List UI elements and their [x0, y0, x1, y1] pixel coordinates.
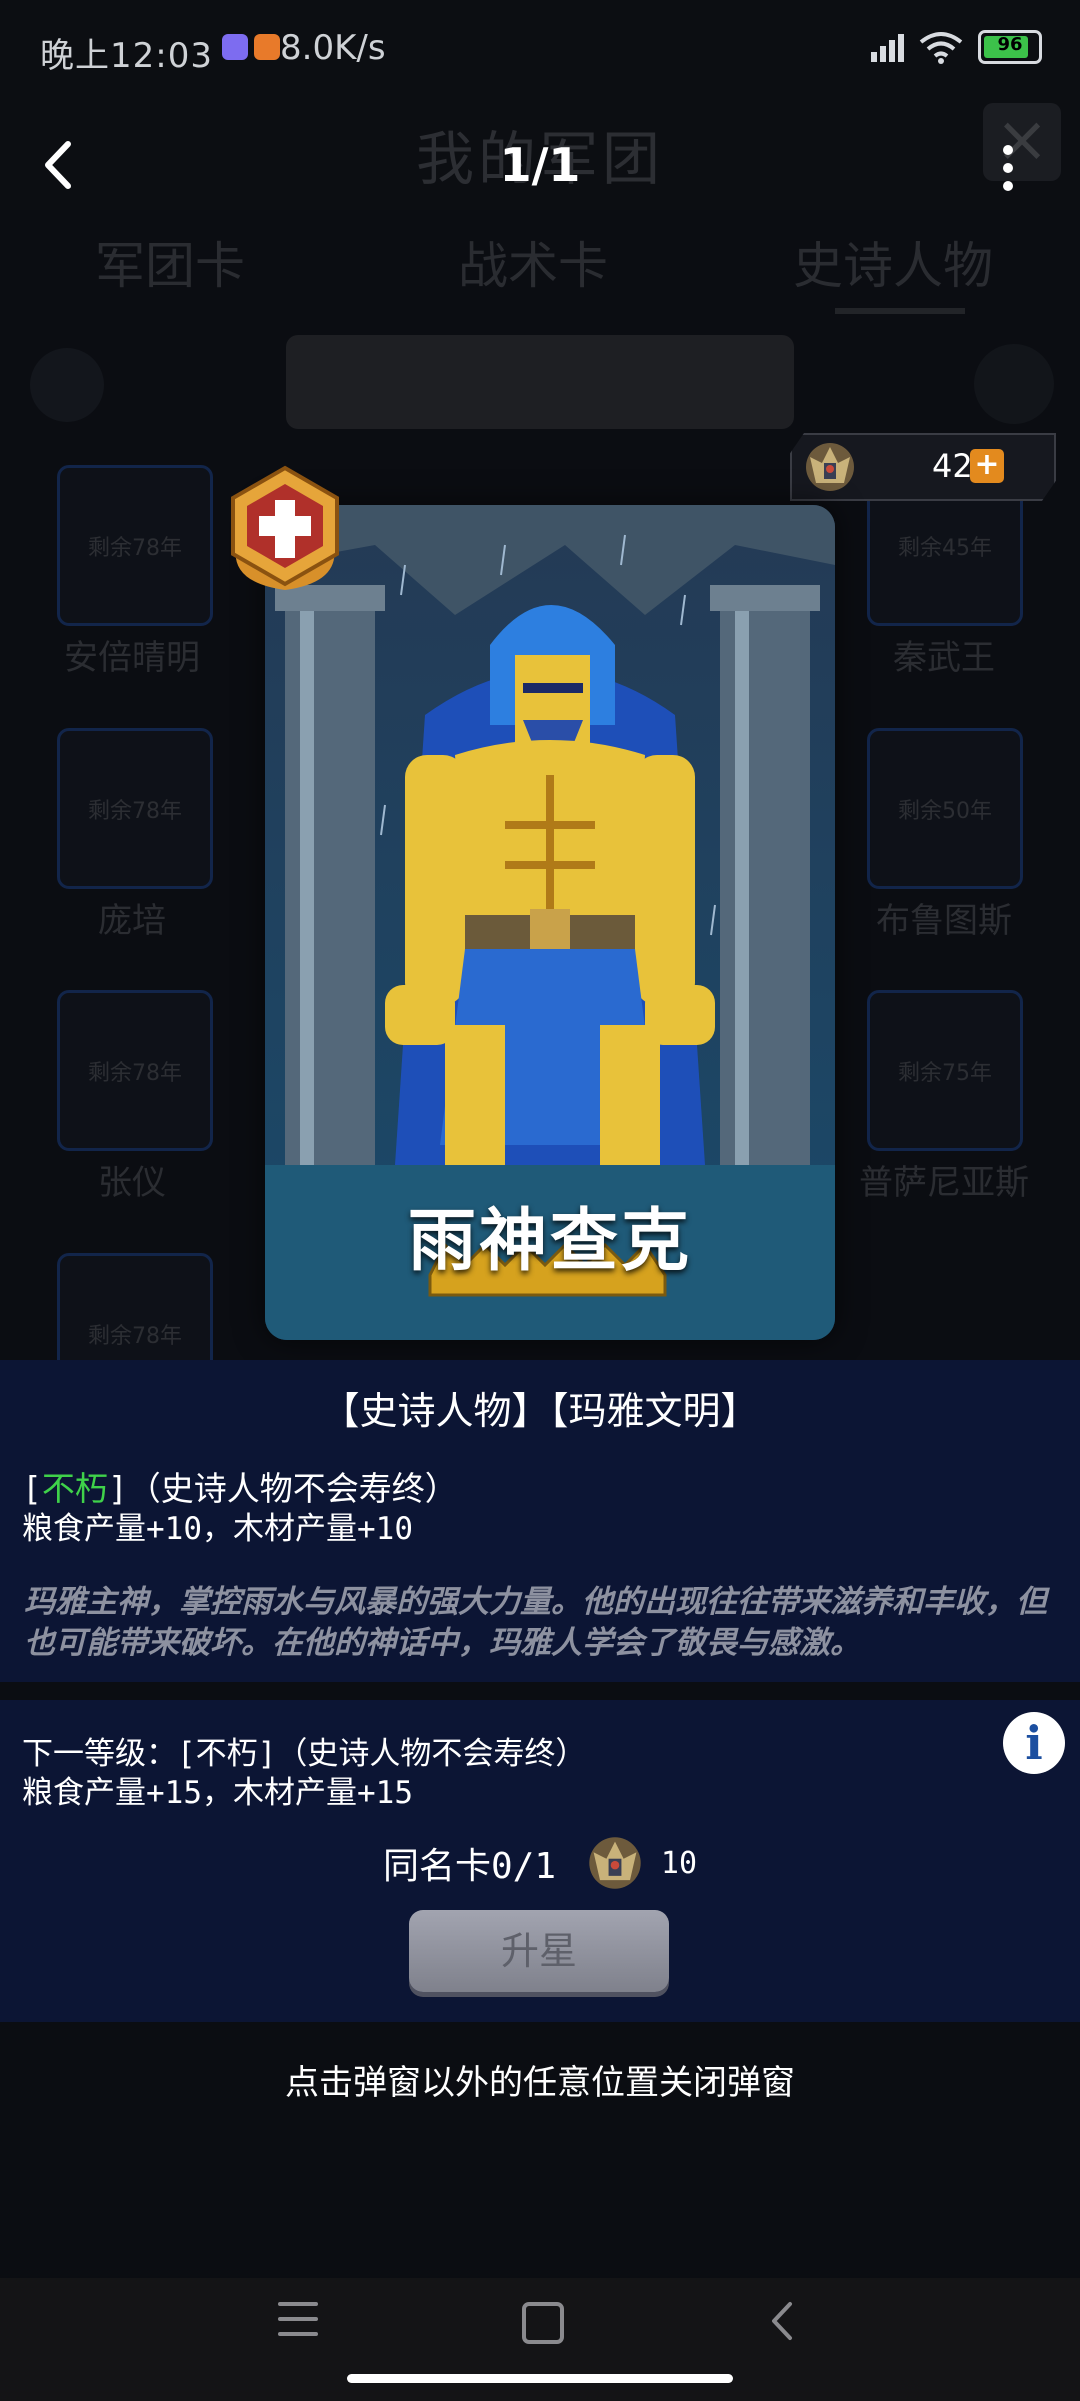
background-card: 剩余75年	[867, 990, 1023, 1151]
recent-apps-icon[interactable]	[278, 2302, 318, 2342]
next-level-production: 粮食产量+15，木材产量+15	[22, 1775, 413, 1811]
character-name: 雨神查克	[407, 1202, 692, 1281]
status-bar: 晚上12:03 8.0K/s 96	[0, 0, 1080, 96]
lore-text: 玛雅主神，掌控雨水与风暴的强大力量。他的出现往往带来滋养和丰收，但也可能带来破坏…	[24, 1584, 1047, 1661]
upgrade-star-button[interactable]: 升星	[409, 1910, 669, 1992]
background-card-name: 庞培	[98, 901, 166, 941]
info-icon[interactable]: i	[1003, 1712, 1065, 1774]
battery-icon: 96	[978, 30, 1042, 64]
background-list-icon	[30, 348, 104, 422]
background-card: 剩余78年	[57, 465, 213, 626]
background-tab-underline	[835, 308, 965, 314]
cross-medal-icon	[231, 465, 339, 590]
duplicate-card-count: 同名卡0/1	[382, 1846, 556, 1887]
production-bonus: 粮食产量+10，木材产量+10	[22, 1511, 413, 1547]
wifi-icon	[919, 32, 963, 64]
background-card-name: 安倍晴明	[64, 638, 200, 678]
battery-level: 96	[997, 34, 1023, 55]
character-card: 雨神查克	[265, 505, 835, 1340]
home-indicator[interactable]	[347, 2374, 733, 2383]
background-tab-tactics: 战术卡	[458, 237, 608, 295]
notification-app-icon	[254, 34, 280, 60]
resource-count: 42	[932, 447, 973, 485]
status-icons: 96	[871, 30, 1042, 64]
duplicate-card-row: 同名卡0/1 10	[0, 1833, 1080, 1895]
background-search-box	[286, 335, 794, 429]
background-card-name: 秦武王	[893, 638, 995, 678]
network-speed: 8.0K/s	[280, 28, 386, 68]
status-time: 晚上12:03	[40, 36, 213, 76]
add-resource-button[interactable]: +	[970, 449, 1004, 483]
home-icon[interactable]	[522, 2302, 564, 2344]
notification-app-icon	[222, 34, 248, 60]
close-hint: 点击弹窗以外的任意位置关闭弹窗	[285, 2063, 795, 2103]
background-card-name: 普萨尼亚斯	[859, 1163, 1029, 1203]
crest-icon	[589, 1837, 642, 1889]
nav-back-icon[interactable]	[762, 2298, 802, 2344]
page-counter: 1/1	[499, 138, 581, 192]
background-card: 剩余78年	[57, 728, 213, 889]
background-tab-epic: 史诗人物	[793, 237, 993, 295]
background-card-name: 张仪	[98, 1163, 166, 1203]
card-tags: 【史诗人物】【玛雅文明】	[321, 1389, 759, 1433]
resource-chip[interactable]: 42 +	[790, 433, 1056, 501]
more-options-icon[interactable]	[998, 145, 1018, 195]
upgrade-cost: 10	[660, 1845, 698, 1881]
background-card: 剩余50年	[867, 728, 1023, 889]
background-filter-icon	[974, 344, 1054, 424]
background-card-name: 布鲁图斯	[876, 901, 1012, 941]
signal-icon	[871, 32, 904, 62]
background-card: 剩余78年	[57, 990, 213, 1151]
crest-icon	[802, 439, 858, 495]
background-tab-legion: 军团卡	[95, 237, 245, 295]
